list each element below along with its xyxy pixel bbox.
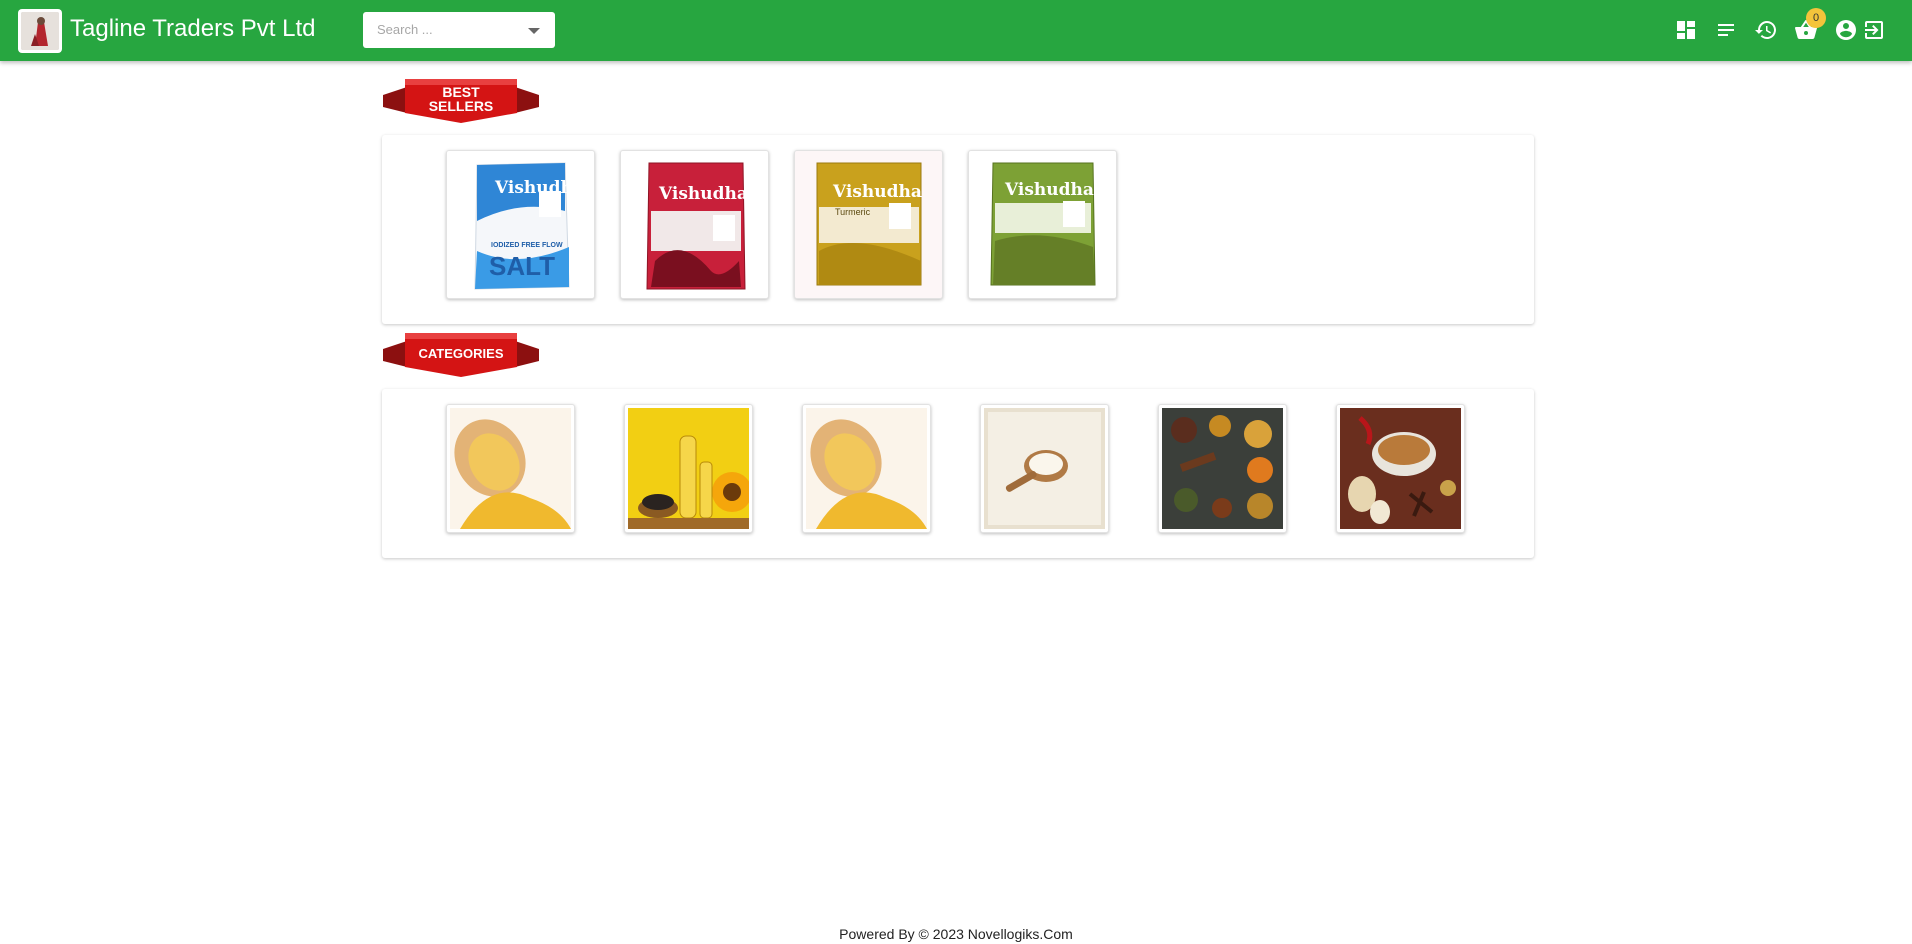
company-logo[interactable] [18, 9, 62, 53]
salt-pack-image: Vishudha IODIZED FREE FLOW SALT [474, 162, 584, 290]
category-card[interactable] [1336, 404, 1465, 533]
svg-text:IODIZED FREE FLOW: IODIZED FREE FLOW [491, 242, 563, 249]
footer-text: Powered By © 2023 Novellogiks.Com [839, 926, 1073, 942]
best-sellers-ribbon: BEST SELLERS [383, 77, 539, 127]
cart-count-badge: 0 [1806, 8, 1826, 28]
svg-text:SALT: SALT [489, 251, 555, 281]
history-icon[interactable] [1754, 18, 1778, 42]
product-card[interactable]: Vishudha Turmeric [794, 150, 943, 299]
categories-ribbon: CATEGORIES [383, 331, 539, 381]
svg-text:Vishudha: Vishudha [832, 182, 922, 202]
best-sellers-label-line1: BEST [442, 84, 480, 100]
category-card[interactable] [624, 404, 753, 533]
logout-icon[interactable] [1862, 18, 1886, 42]
spices-image [1162, 408, 1283, 529]
chevron-down-icon[interactable] [528, 28, 540, 34]
top-app-bar: Tagline Traders Pvt Ltd Search ... 0 [0, 0, 1912, 61]
lentils-image [450, 408, 571, 529]
account-icon[interactable] [1834, 18, 1858, 42]
coriander-pack-image: Vishudha [990, 162, 1096, 286]
masala-powder-image [1340, 408, 1461, 529]
category-card[interactable] [1158, 404, 1287, 533]
product-card[interactable]: Vishudha [968, 150, 1117, 299]
search-dropdown[interactable]: Search ... [363, 12, 555, 48]
svg-text:Turmeric: Turmeric [835, 207, 871, 217]
category-card[interactable] [802, 404, 931, 533]
svg-text:Vishudha: Vishudha [494, 178, 584, 198]
search-placeholder: Search ... [377, 22, 433, 37]
chilli-pack-image: Vishudha [646, 162, 748, 290]
categories-label: CATEGORIES [418, 346, 504, 361]
menu-list-icon[interactable] [1714, 18, 1738, 42]
categories-panel [382, 389, 1534, 558]
svg-text:Vishudha: Vishudha [658, 184, 748, 204]
app-title: Tagline Traders Pvt Ltd [70, 15, 316, 42]
best-sellers-panel: Vishudha IODIZED FREE FLOW SALT Vishudha… [382, 135, 1534, 324]
sunflower-oil-image [628, 408, 752, 529]
lentils-image [806, 408, 927, 529]
product-card[interactable]: Vishudha IODIZED FREE FLOW SALT [446, 150, 595, 299]
svg-text:Vishudha: Vishudha [1004, 180, 1094, 200]
best-sellers-label-line2: SELLERS [428, 98, 494, 114]
category-card[interactable] [446, 404, 575, 533]
turmeric-pack-image: Vishudha Turmeric [816, 162, 922, 286]
logo-image [21, 12, 59, 50]
product-card[interactable]: Vishudha [620, 150, 769, 299]
rice-image [984, 408, 1105, 529]
dashboard-icon[interactable] [1674, 18, 1698, 42]
category-card[interactable] [980, 404, 1109, 533]
